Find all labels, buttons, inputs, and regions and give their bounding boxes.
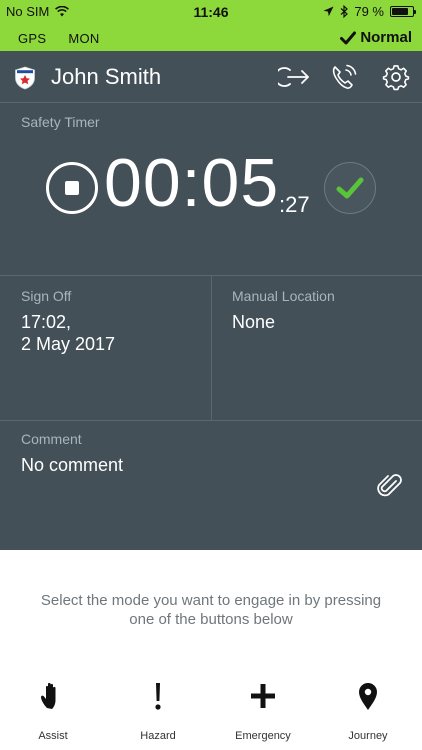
battery-fill [392, 8, 408, 15]
checkmark-icon [340, 31, 357, 44]
battery-icon [390, 6, 416, 17]
instructions-line-1: Select the mode you want to engage in by… [40, 592, 382, 609]
comment-value[interactable]: No comment [21, 454, 123, 476]
sign-out-icon[interactable] [278, 63, 310, 91]
vertical-divider [211, 275, 212, 420]
assist-button[interactable]: Assist [8, 676, 98, 746]
mode-status: Normal [340, 29, 412, 46]
main-panel: John Smith Safety Timer 00:05 :27 Sign O… [0, 51, 422, 550]
mon-tag: MON [68, 31, 100, 46]
divider [0, 420, 422, 421]
sign-off-date: 2 May 2017 [21, 334, 116, 354]
status-bar: No SIM 11:46 79 % [0, 0, 422, 24]
gps-tag: GPS [18, 31, 47, 46]
exclamation-icon [155, 683, 161, 710]
journey-button[interactable]: Journey [323, 676, 413, 746]
mode-bar: GPS MON Normal [0, 24, 422, 51]
plus-icon [251, 684, 275, 708]
manual-location-label: Manual Location [232, 288, 335, 304]
battery-percent: 79 % [354, 4, 384, 19]
emergency-button[interactable]: Emergency [218, 676, 308, 746]
hazard-label: Hazard [140, 730, 176, 742]
comment-label: Comment [21, 431, 82, 447]
check-icon [336, 177, 364, 199]
mode-status-label: Normal [360, 29, 412, 46]
mode-instructions: Select the mode you want to engage in by… [20, 591, 402, 629]
instructions-line-2: one of the buttons below [129, 611, 293, 628]
paperclip-icon[interactable] [376, 472, 404, 500]
stop-icon [65, 181, 79, 195]
assist-label: Assist [38, 730, 68, 742]
safety-timer-label: Safety Timer [21, 114, 100, 130]
shield-logo-icon [15, 66, 35, 90]
journey-label: Journey [348, 730, 388, 742]
bluetooth-icon [340, 5, 349, 18]
timer-seconds: :27 [279, 192, 310, 217]
user-name: John Smith [51, 64, 162, 89]
hand-icon [41, 682, 56, 709]
hazard-button[interactable]: Hazard [113, 676, 203, 746]
manual-location-value[interactable]: None [232, 311, 275, 333]
header: John Smith [0, 51, 422, 103]
sign-off-label: Sign Off [21, 288, 72, 304]
map-pin-icon [359, 683, 377, 710]
header-divider [0, 102, 422, 103]
gear-icon[interactable] [380, 63, 412, 91]
confirm-safe-button[interactable] [324, 162, 376, 214]
emergency-label: Emergency [235, 730, 291, 742]
sign-off-time: 17:02, [21, 312, 72, 332]
stop-timer-button[interactable] [46, 162, 98, 214]
location-arrow-icon [323, 6, 334, 17]
phone-call-icon[interactable] [328, 63, 360, 91]
timer-main: 00:05 [104, 145, 280, 221]
